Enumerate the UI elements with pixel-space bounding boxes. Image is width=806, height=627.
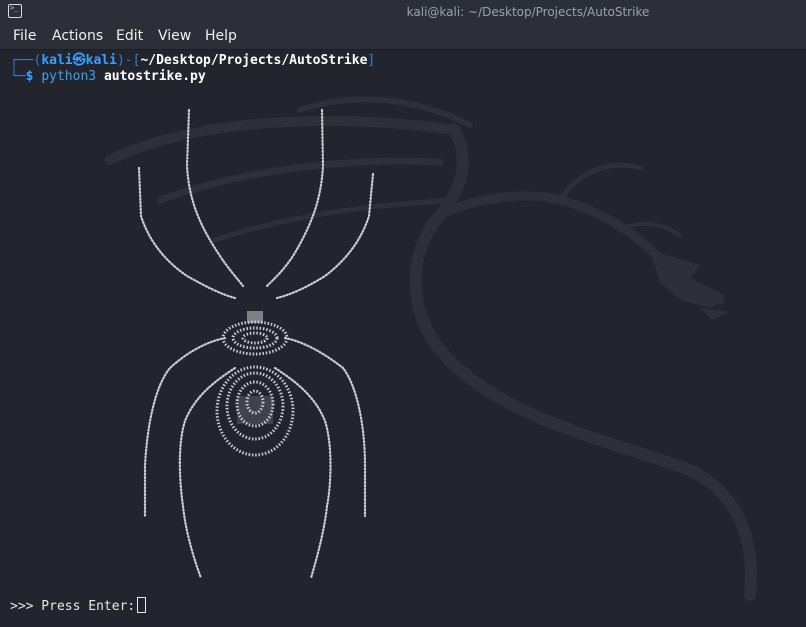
prompt-frame-bottom: └─ <box>10 69 26 84</box>
menu-edit[interactable]: Edit <box>116 24 143 49</box>
menu-actions[interactable]: Actions <box>52 24 103 49</box>
window-title: kali@kali: ~/Desktop/Projects/AutoStrike <box>406 5 650 19</box>
spider-ascii-art <box>137 108 375 580</box>
menu-bar: File Actions Edit View Help <box>0 24 806 50</box>
terminal-output[interactable]: ┌──(kali㉿kali)-[~/Desktop/Projects/AutoS… <box>0 50 806 627</box>
prompt-symbol: $ <box>25 69 34 84</box>
prompt-host: kali <box>85 53 117 68</box>
prompt-frame-close: ] <box>367 53 376 68</box>
command-program: python3 <box>41 69 97 84</box>
text-cursor[interactable] <box>137 597 147 613</box>
prompt-user: kali <box>41 53 73 68</box>
menu-file[interactable]: File <box>13 24 36 49</box>
prompt-frame-open: ┌──( <box>10 53 42 68</box>
prompt-header: ┌──(kali㉿kali)-[~/Desktop/Projects/AutoS… <box>10 53 375 69</box>
prompt-separator-icon: ㉿ <box>72 53 86 68</box>
menu-view[interactable]: View <box>158 24 191 49</box>
menu-help[interactable]: Help <box>205 24 237 49</box>
prompt-cwd: ~/Desktop/Projects/AutoStrike <box>140 53 368 68</box>
title-bar: >_ kali@kali: ~/Desktop/Projects/AutoStr… <box>0 0 806 24</box>
press-enter-text: >>> Press Enter: <box>10 599 136 614</box>
command-argument: autostrike.py <box>103 69 206 84</box>
prompt-frame-mid: )-[ <box>116 53 141 68</box>
press-enter-prompt[interactable]: >>> Press Enter: <box>10 597 147 615</box>
terminal-window: >_ kali@kali: ~/Desktop/Projects/AutoStr… <box>0 0 806 627</box>
prompt-command-line: └─$ python3 autostrike.py <box>10 69 206 85</box>
